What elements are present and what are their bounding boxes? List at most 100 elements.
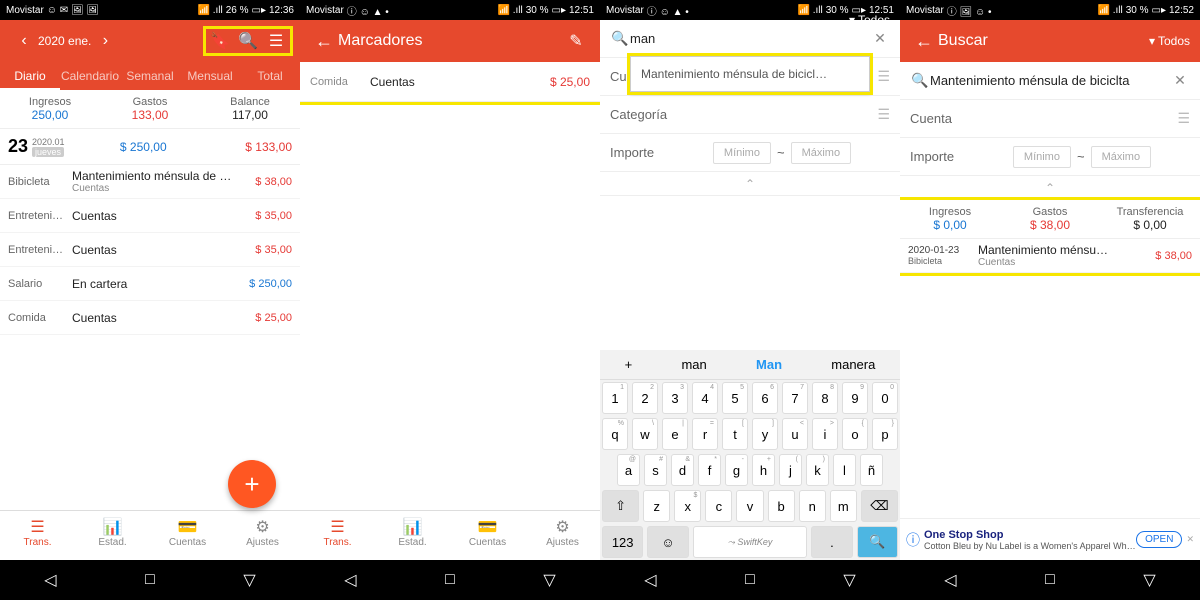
edit-icon[interactable]: ✎ [562, 31, 590, 51]
toolbar-highlight: 🔖 🔍 ☰ [206, 29, 290, 53]
emoji-key[interactable]: ☺ [647, 526, 688, 558]
kb-suggestions[interactable]: +manManmanera [600, 350, 900, 380]
view-tabs: Diario Calendario Semanal Mensual Total [0, 62, 300, 90]
tab-diario[interactable]: Diario [0, 62, 60, 90]
tx-row[interactable]: BibicletaMantenimiento ménsula de bi…Cue… [0, 165, 300, 199]
tab-calendario[interactable]: Calendario [60, 62, 120, 90]
result-row[interactable]: 2020-01-23Bibicleta Mantenimiento ménsu…… [900, 239, 1200, 273]
add-tx-fab[interactable]: + [228, 460, 276, 508]
system-nav: ◁ □ ▽ [600, 560, 900, 600]
tab-mensual[interactable]: Mensual [180, 62, 240, 90]
search-icon: 🔍 [910, 72, 930, 89]
search-input[interactable] [630, 31, 870, 46]
screen-diario: Movistar ☺ ✉ 🖼 🖼 📶 .ıll 26 % ▭▸ 12:36 ‹ … [0, 0, 300, 600]
month-label[interactable]: 2020 ene. [38, 34, 91, 48]
search-icon: 🔍 [610, 30, 630, 47]
page-title: Marcadores [338, 32, 562, 50]
month-summary: Ingresos250,00 Gastos133,00 Balance117,0… [0, 90, 300, 129]
search-input-row: 🔍 ✕ Mantenimiento ménsula de bicicl… [600, 20, 900, 58]
bookmark-item[interactable]: Comida Cuentas $ 25,00 [300, 62, 600, 102]
bottom-nav: ☰Trans. 📊Estad. 💳Cuentas ⚙Ajustes [0, 510, 300, 560]
nav-estad[interactable]: 📊Estad. [375, 511, 450, 560]
sys-back[interactable]: ◁ [644, 570, 656, 590]
system-nav: ◁ □ ▽ [0, 560, 300, 600]
filter-importe[interactable]: Importe Mínimo~ Máximo [900, 138, 1200, 176]
filter-cuenta[interactable]: Cuenta☰ [900, 100, 1200, 138]
screen-buscar-results: Movistar ⓘ 🖼 ☺ • 📶 .ıll 30 % ▭▸ 12:52 ← … [900, 0, 1200, 600]
max-input[interactable]: Máximo [1091, 146, 1152, 168]
max-input[interactable]: Máximo [791, 142, 852, 164]
back-button[interactable]: ← [310, 31, 338, 52]
sys-recent[interactable]: ▽ [843, 570, 855, 590]
sys-recent[interactable]: ▽ [543, 570, 555, 590]
clear-icon[interactable]: ✕ [1170, 72, 1190, 89]
results-highlight: Ingresos$ 0,00 Gastos$ 38,00 Transferenc… [900, 200, 1200, 273]
nav-trans[interactable]: ☰Trans. [0, 511, 75, 560]
status-bar: Movistar ☺ ✉ 🖼 🖼 📶 .ıll 26 % ▭▸ 12:36 [0, 0, 300, 20]
keyboard: +manManmanera 11223344556677889900 %q\w|… [600, 350, 900, 560]
sys-back[interactable]: ◁ [344, 570, 356, 590]
nav-estad[interactable]: 📊Estad. [75, 511, 150, 560]
sys-recent[interactable]: ▽ [243, 570, 255, 590]
sys-home[interactable]: □ [445, 571, 455, 589]
sys-back[interactable]: ◁ [944, 570, 956, 590]
status-bar: Movistar ⓘ ☺ ▲ • 📶 .ıll 30 % ▭▸ 12:51 [300, 0, 600, 20]
search-suggestion[interactable]: Mantenimiento ménsula de bicicl… [630, 56, 870, 92]
sys-home[interactable]: □ [745, 571, 755, 589]
collapse-toggle[interactable]: ⌃ [900, 176, 1200, 200]
result-summary: Ingresos$ 0,00 Gastos$ 38,00 Transferenc… [900, 200, 1200, 239]
min-input[interactable]: Mínimo [713, 142, 771, 164]
sys-back[interactable]: ◁ [44, 570, 56, 590]
search-icon[interactable]: 🔍 [234, 31, 262, 51]
filter-todos[interactable]: Todos [1158, 34, 1190, 48]
filter-icon[interactable]: ☰ [262, 31, 290, 51]
nav-trans[interactable]: ☰Trans. [300, 511, 375, 560]
shift-key[interactable]: ⇧ [602, 490, 639, 522]
filter-lines-icon: ☰ [877, 68, 890, 85]
sys-recent[interactable]: ▽ [1143, 570, 1155, 590]
enter-key[interactable]: 🔍 [857, 526, 898, 558]
app-bar: ← Marcadores ✎ [300, 20, 600, 62]
tx-row[interactable]: ComidaCuentas$ 25,00 [0, 301, 300, 335]
ad-open-button[interactable]: OPEN [1136, 531, 1182, 548]
system-nav: ◁ □ ▽ [300, 560, 600, 600]
search-input-row: 🔍 ✕ [900, 62, 1200, 100]
nav-cuentas[interactable]: 💳Cuentas [150, 511, 225, 560]
filter-lines-icon: ☰ [877, 106, 890, 123]
nav-cuentas[interactable]: 💳Cuentas [450, 511, 525, 560]
ad-badge-icon: ⓘ [906, 530, 920, 550]
system-nav: ◁ □ ▽ [900, 560, 1200, 600]
day-header[interactable]: 23 2020.01jueves $ 250,00 $ 133,00 [0, 129, 300, 165]
status-bar: Movistar ⓘ 🖼 ☺ • 📶 .ıll 30 % ▭▸ 12:52 [900, 0, 1200, 20]
collapse-toggle[interactable]: ⌃ [600, 172, 900, 196]
filter-lines-icon: ☰ [1177, 110, 1190, 127]
ad-banner[interactable]: ⓘ One Stop Shop Cotton Bleu by Nu Label … [900, 518, 1200, 560]
back-button[interactable]: ← [910, 31, 938, 52]
screen-buscar-typing: Movistar ⓘ ☺ ▲ • 📶 .ıll 30 % ▭▸ 12:51 ← … [600, 0, 900, 600]
filter-importe[interactable]: Importe Mínimo~ Máximo [600, 134, 900, 172]
space-key[interactable]: ⤳ SwiftKey [693, 526, 808, 558]
sys-home[interactable]: □ [1045, 571, 1055, 589]
app-bar: ← Buscar ▾ Todos [900, 20, 1200, 62]
nav-ajustes[interactable]: ⚙Ajustes [525, 511, 600, 560]
clear-icon[interactable]: ✕ [870, 30, 890, 47]
tab-semanal[interactable]: Semanal [120, 62, 180, 90]
ad-close-icon[interactable]: ✕ [1186, 534, 1194, 545]
tx-row[interactable]: Entretenimi…Cuentas$ 35,00 [0, 199, 300, 233]
next-month-button[interactable]: › [91, 32, 119, 50]
sys-home[interactable]: □ [145, 571, 155, 589]
filter-categoria[interactable]: Categoría☰ [600, 96, 900, 134]
search-input[interactable] [930, 73, 1170, 88]
app-bar: ‹ 2020 ene. › 🔖 🔍 ☰ [0, 20, 300, 62]
num-key[interactable]: 123 [602, 526, 643, 558]
screen-marcadores: Movistar ⓘ ☺ ▲ • 📶 .ıll 30 % ▭▸ 12:51 ← … [300, 0, 600, 600]
nav-ajustes[interactable]: ⚙Ajustes [225, 511, 300, 560]
bookmark-icon[interactable]: 🔖 [206, 31, 234, 51]
min-input[interactable]: Mínimo [1013, 146, 1071, 168]
prev-month-button[interactable]: ‹ [10, 32, 38, 50]
backspace-key[interactable]: ⌫ [861, 490, 898, 522]
tab-total[interactable]: Total [240, 62, 300, 90]
tx-row[interactable]: Entretenimi…Cuentas$ 35,00 [0, 233, 300, 267]
tx-row[interactable]: SalarioEn cartera$ 250,00 [0, 267, 300, 301]
page-title: Buscar [938, 32, 1149, 50]
